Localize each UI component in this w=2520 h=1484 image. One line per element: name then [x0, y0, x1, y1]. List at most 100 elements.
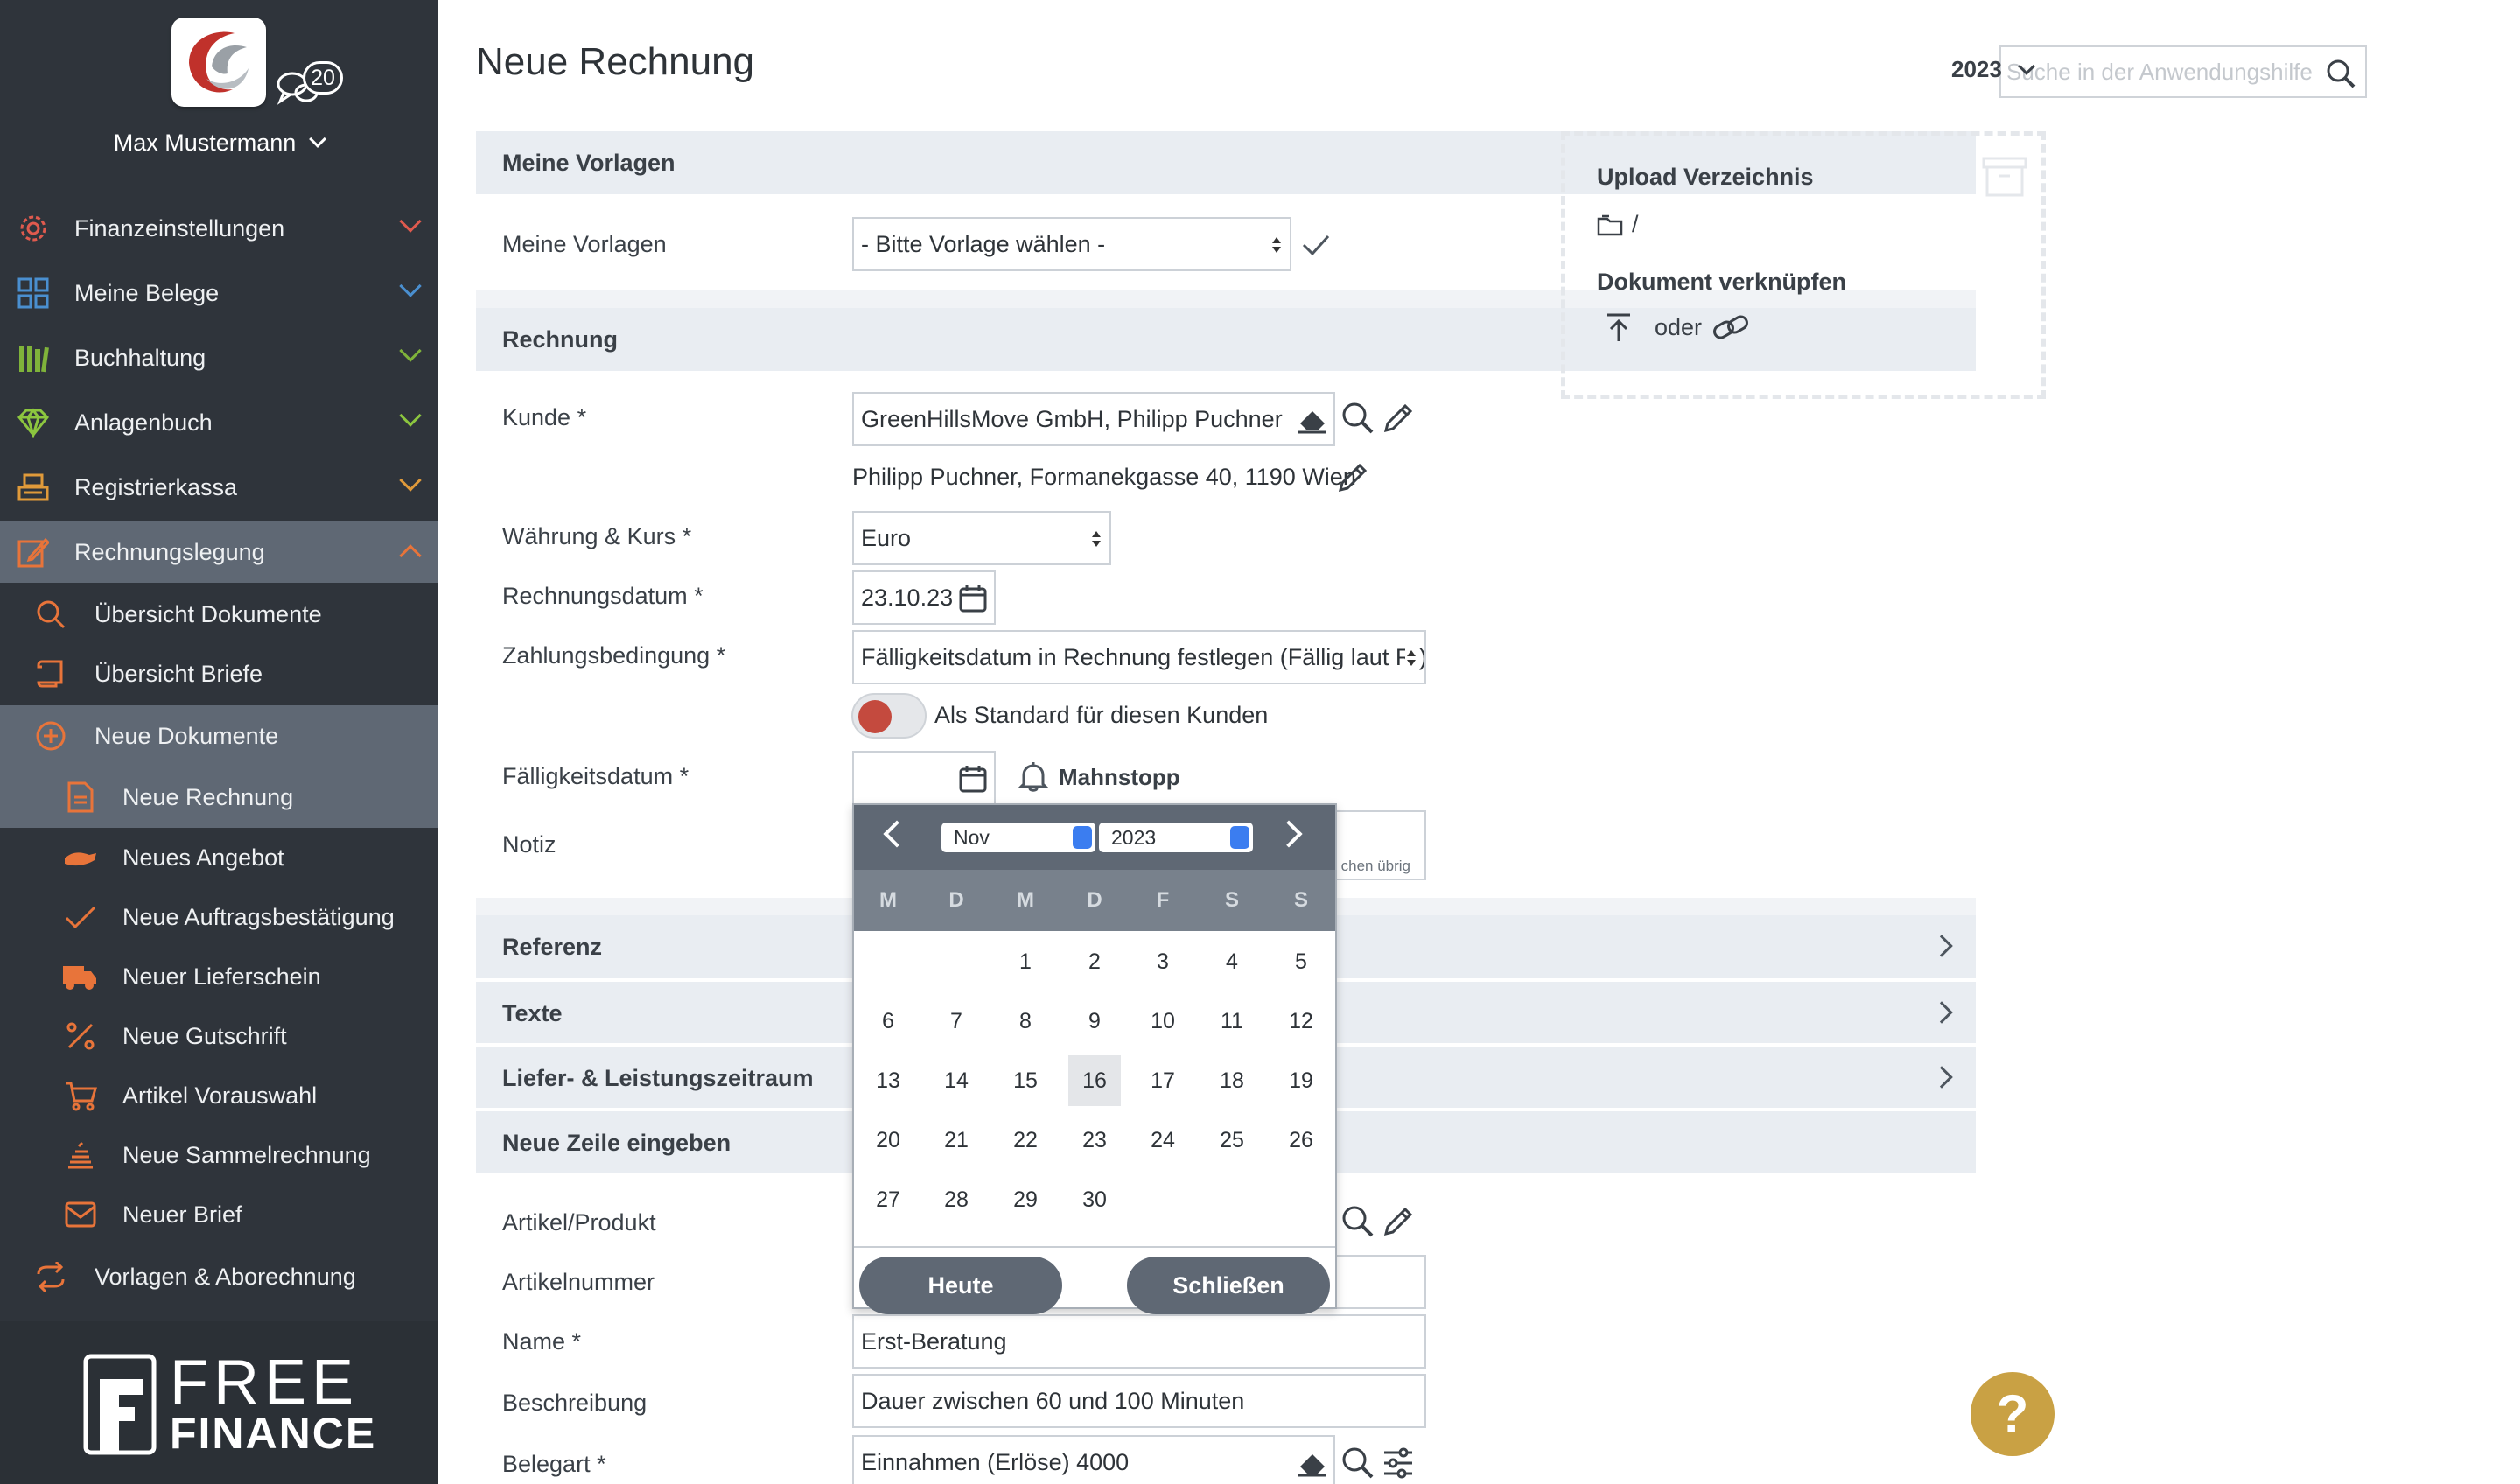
payment-terms-select[interactable]: Fälligkeitsdatum in Rechnung festlegen (… [852, 630, 1426, 684]
sidebar-item-registrierkassa[interactable]: Registrierkassa [0, 457, 438, 518]
calendar-day[interactable]: 12 [1275, 996, 1327, 1046]
calendar-day[interactable]: 16 [1068, 1055, 1121, 1106]
sidebar-item-uebersicht-dokumente[interactable]: Übersicht Dokumente [0, 584, 438, 644]
sidebar-item-neuer-brief[interactable]: Neuer Brief [0, 1185, 438, 1244]
sidebar-item-neue-rechnung[interactable]: Neue Rechnung [0, 766, 438, 828]
prev-month-icon[interactable] [883, 820, 911, 848]
customer-input[interactable]: GreenHillsMove GmbH, Philipp Puchner [852, 392, 1335, 446]
calendar-day[interactable]: 22 [999, 1115, 1052, 1166]
calendar-day[interactable]: 27 [862, 1174, 914, 1225]
calendar-day[interactable]: 17 [1137, 1055, 1189, 1106]
year-selector[interactable]: 2023 [1951, 56, 2035, 83]
calendar-day[interactable]: 18 [1206, 1055, 1258, 1106]
help-search[interactable] [1999, 46, 2367, 98]
calendar-day[interactable]: 7 [930, 996, 983, 1046]
sidebar-item-neue-dokumente[interactable]: Neue Dokumente [0, 705, 438, 766]
calendar-icon[interactable] [959, 584, 987, 612]
apply-check-icon[interactable] [1300, 229, 1332, 261]
calendar-day[interactable]: 10 [1137, 996, 1189, 1046]
calendar-day[interactable]: 4 [1206, 936, 1258, 987]
sidebar-item-neue-auftragsbestaetigung[interactable]: Neue Auftragsbestätigung [0, 887, 438, 947]
default-toggle[interactable] [851, 693, 927, 738]
sidebar-item-vorlagen-aborechnung[interactable]: Vorlagen & Aborechnung [0, 1246, 438, 1307]
sidebar-item-rechnungslegung[interactable]: Rechnungslegung [0, 522, 438, 583]
year-select[interactable]: 2023 [1099, 822, 1253, 852]
calendar-day[interactable]: 9 [1068, 996, 1121, 1046]
calendar-day[interactable]: 20 [862, 1115, 914, 1166]
calendar-day[interactable]: 3 [1137, 936, 1189, 987]
due-date-input[interactable] [852, 751, 996, 805]
template-select[interactable]: - Bitte Vorlage wählen - [852, 217, 1292, 271]
calendar-day[interactable]: 29 [999, 1174, 1052, 1225]
calendar-day[interactable]: 30 [1068, 1174, 1121, 1225]
search-icon[interactable] [1340, 1204, 1376, 1239]
eraser-icon[interactable] [1297, 1449, 1328, 1477]
app-logo[interactable] [172, 18, 266, 107]
calendar-icon[interactable] [959, 765, 987, 793]
sidebar-item-label: Vorlagen & Aborechnung [94, 1263, 356, 1290]
calendar-day[interactable]: 1 [999, 936, 1052, 987]
sidebar-item-neues-angebot[interactable]: Neues Angebot [0, 828, 438, 887]
upload-path[interactable]: / [1597, 211, 1639, 238]
help-search-input[interactable] [2001, 47, 2316, 96]
panel-referenz-title: Referenz [502, 934, 603, 960]
document-type-input[interactable]: Einnahmen (Erlöse) 4000 [852, 1435, 1335, 1484]
search-icon[interactable] [2325, 58, 2356, 89]
calendar-day[interactable]: 6 [862, 996, 914, 1046]
sidebar-item-artikel-vorauswahl[interactable]: Artikel Vorauswahl [0, 1066, 438, 1125]
calendar-day[interactable]: 11 [1206, 996, 1258, 1046]
invoice-date-input[interactable]: 23.10.23 [852, 570, 996, 625]
filter-sliders-icon[interactable] [1381, 1446, 1416, 1480]
note-counter: chen übrig [1340, 858, 1410, 874]
sidebar-item-finanzeinstellungen[interactable]: Finanzeinstellungen [0, 198, 438, 259]
search-icon[interactable] [1340, 1446, 1376, 1480]
edit-pencil-icon[interactable] [1381, 401, 1416, 436]
help-button[interactable]: ? [1970, 1372, 2054, 1456]
edit-address-icon[interactable] [1335, 460, 1370, 495]
link-or-text: oder [1655, 313, 1703, 340]
today-button[interactable]: Heute [859, 1256, 1062, 1314]
calendar-day[interactable]: 21 [930, 1115, 983, 1166]
chevron-right-icon [1930, 1001, 1953, 1024]
next-month-icon[interactable] [1275, 820, 1303, 848]
sidebar-item-uebersicht-briefe[interactable]: Übersicht Briefe [0, 644, 438, 704]
description-label: Beschreibung [502, 1390, 648, 1416]
calendar-day[interactable]: 19 [1275, 1055, 1327, 1106]
calendar-day[interactable]: 14 [930, 1055, 983, 1106]
archive-icon[interactable] [1982, 157, 2027, 197]
month-select[interactable]: Nov [942, 822, 1096, 852]
name-input[interactable]: Erst-Beratung [852, 1314, 1426, 1368]
upload-path-value: / [1632, 211, 1639, 237]
sidebar-item-meine-belege[interactable]: Meine Belege [0, 262, 438, 324]
freefinance-logo[interactable]: FREE FINANCE [82, 1351, 374, 1458]
sidebar-item-neuer-lieferschein[interactable]: Neuer Lieferschein [0, 947, 438, 1006]
toggle-knob [858, 700, 892, 733]
sidebar-item-anlagenbuch[interactable]: Anlagenbuch [0, 392, 438, 453]
calendar-day[interactable]: 23 [1068, 1115, 1121, 1166]
calendar-day[interactable]: 25 [1206, 1115, 1258, 1166]
description-input[interactable]: Dauer zwischen 60 und 100 Minuten [852, 1374, 1426, 1428]
currency-select[interactable]: Euro [852, 511, 1111, 565]
link-icon[interactable] [1712, 313, 1751, 341]
sidebar-item-neue-sammelrechnung[interactable]: Neue Sammelrechnung [0, 1125, 438, 1185]
calendar-day[interactable]: 8 [999, 996, 1052, 1046]
calendar-day[interactable]: 2 [1068, 936, 1121, 987]
document-type-value: Einnahmen (Erlöse) 4000 [861, 1449, 1130, 1475]
upload-arrow-icon[interactable] [1606, 312, 1632, 342]
user-menu[interactable]: Max Mustermann [0, 130, 438, 157]
calendar-day[interactable]: 24 [1137, 1115, 1189, 1166]
calendar-day[interactable]: 5 [1275, 936, 1327, 987]
chevron-down-icon [309, 130, 327, 148]
sidebar-item-buchhaltung[interactable]: Buchhaltung [0, 327, 438, 388]
sidebar-item-neue-gutschrift[interactable]: Neue Gutschrift [0, 1006, 438, 1066]
eraser-icon[interactable] [1297, 406, 1328, 434]
calendar-day[interactable]: 28 [930, 1174, 983, 1225]
close-button[interactable]: Schließen [1127, 1256, 1330, 1314]
dunning-stop-button[interactable]: Mahnstopp [1018, 760, 1180, 794]
edit-pencil-icon[interactable] [1381, 1204, 1416, 1239]
calendar-day[interactable]: 15 [999, 1055, 1052, 1106]
calendar-day[interactable]: 13 [862, 1055, 914, 1106]
calendar-day[interactable]: 26 [1275, 1115, 1327, 1166]
search-icon[interactable] [1340, 401, 1376, 436]
upload-area[interactable]: Upload Verzeichnis / Dokument verknüpfen… [1561, 131, 2046, 399]
